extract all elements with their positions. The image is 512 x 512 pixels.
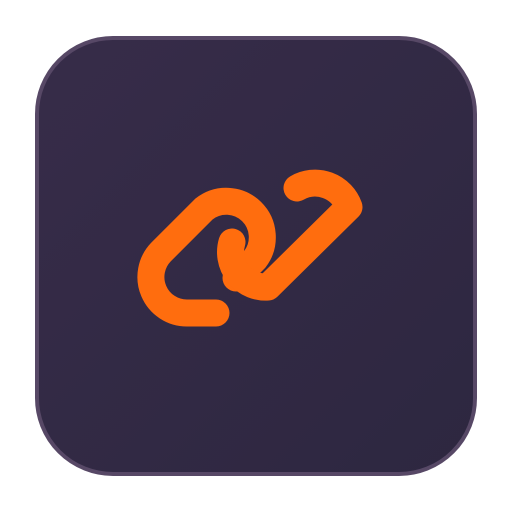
link-icon [137, 169, 363, 327]
icon-canvas [0, 0, 512, 512]
